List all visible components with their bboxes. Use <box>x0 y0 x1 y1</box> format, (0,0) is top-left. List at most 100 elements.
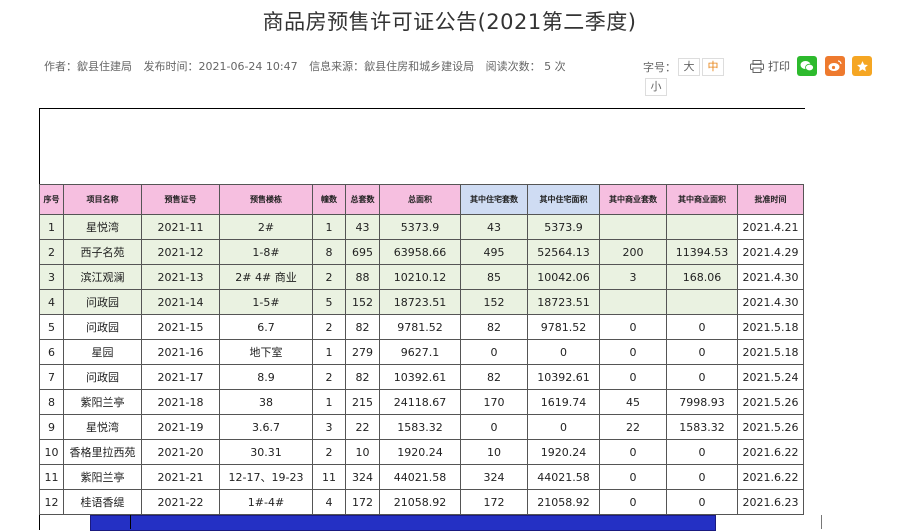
cell-index: 11 <box>39 464 64 490</box>
cell-building-count: 11 <box>312 464 346 490</box>
table-footer-divider <box>130 515 131 529</box>
cell-residential-units: 0 <box>460 339 528 365</box>
cell-total-units: 215 <box>345 389 380 415</box>
cell-building-count: 2 <box>312 439 346 465</box>
table-row: 9 星悦湾 2021-19 3.6.7 3 22 1583.32 0 0 22 1583.32 202… <box>39 414 804 440</box>
cell-building-count: 2 <box>312 314 346 340</box>
star-icon <box>856 60 868 71</box>
col-header-building: 预售楼栋 <box>219 184 313 215</box>
cell-residential-area: 18723.51 <box>527 289 600 315</box>
cell-approval-date: 2021.4.21 <box>737 214 804 240</box>
cell-total-units: 82 <box>345 364 380 390</box>
cell-total-units: 82 <box>345 314 380 340</box>
publish-time: 发布时间：2021-06-24 10:47 <box>143 60 298 73</box>
cell-building: 1#-4# <box>219 489 313 515</box>
table-row: 8 紫阳兰亭 2021-18 38 1 215 24118.67 170 1619.74 45 79… <box>39 389 804 415</box>
table-row: 5 问政园 2021-15 6.7 2 82 9781.52 82 9781.52 0 0 2021.… <box>39 314 804 340</box>
col-header-building-count: 幢数 <box>312 184 346 215</box>
font-medium-button[interactable]: 中 <box>702 58 724 76</box>
cell-permit-no: 2021-11 <box>141 214 220 240</box>
cell-commercial-units: 3 <box>599 264 667 290</box>
article-meta: 作者：歙县住建局 发布时间：2021-06-24 10:47 信息来源：歙县住房… <box>44 58 574 74</box>
cell-project-name: 紫阳兰亭 <box>63 389 142 415</box>
cell-building: 38 <box>219 389 313 415</box>
cell-permit-no: 2021-17 <box>141 364 220 390</box>
print-label: 打印 <box>768 60 790 73</box>
table-header-row: 序号 项目名称 预售证号 预售楼栋 幢数 总套数 总面积 其中住宅套数 其中住宅… <box>39 184 804 215</box>
cell-residential-area: 10042.06 <box>527 264 600 290</box>
page-title: 商品房预售许可证公告(2021第二季度) <box>262 10 637 34</box>
cell-project-name: 桂语香缇 <box>63 489 142 515</box>
cell-total-area: 1920.24 <box>379 439 461 465</box>
cell-commercial-area: 0 <box>666 464 738 490</box>
cell-building-count: 1 <box>312 214 346 240</box>
cell-total-units: 279 <box>345 339 380 365</box>
cell-total-units: 324 <box>345 464 380 490</box>
cell-residential-units: 172 <box>460 489 528 515</box>
cell-project-name: 西子名苑 <box>63 239 142 265</box>
cell-building-count: 3 <box>312 414 346 440</box>
cell-residential-units: 495 <box>460 239 528 265</box>
wechat-share-button[interactable] <box>797 56 817 76</box>
col-header-project: 项目名称 <box>63 184 142 215</box>
cell-building: 6.7 <box>219 314 313 340</box>
print-button[interactable]: 打印 <box>750 58 790 74</box>
cell-commercial-area: 0 <box>666 314 738 340</box>
cell-building: 30.31 <box>219 439 313 465</box>
cell-building-count: 1 <box>312 339 346 365</box>
cell-project-name: 香格里拉西苑 <box>63 439 142 465</box>
cell-total-area: 18723.51 <box>379 289 461 315</box>
weibo-icon <box>828 60 842 71</box>
cell-commercial-area: 11394.53 <box>666 239 738 265</box>
cell-building: 1-8# <box>219 239 313 265</box>
cell-index: 10 <box>39 439 64 465</box>
weibo-share-button[interactable] <box>825 56 845 76</box>
cell-building: 地下室 <box>219 339 313 365</box>
cell-commercial-units: 0 <box>599 364 667 390</box>
font-large-button[interactable]: 大 <box>678 58 700 76</box>
cell-index: 6 <box>39 339 64 365</box>
cell-total-units: 22 <box>345 414 380 440</box>
favorite-button[interactable] <box>852 56 872 76</box>
cell-permit-no: 2021-22 <box>141 489 220 515</box>
table-row: 4 问政园 2021-14 1-5# 5 152 18723.51 152 18723.51 20… <box>39 289 804 315</box>
cell-total-units: 695 <box>345 239 380 265</box>
cell-approval-date: 2021.5.26 <box>737 414 804 440</box>
cell-residential-units: 43 <box>460 214 528 240</box>
table-row: 1 星悦湾 2021-11 2# 1 43 5373.9 43 5373.9 2021.4.21 <box>39 214 804 240</box>
cell-residential-units: 10 <box>460 439 528 465</box>
cell-residential-units: 0 <box>460 414 528 440</box>
cell-permit-no: 2021-16 <box>141 339 220 365</box>
cell-index: 1 <box>39 214 64 240</box>
cell-project-name: 星园 <box>63 339 142 365</box>
cell-residential-area: 10392.61 <box>527 364 600 390</box>
cell-commercial-units: 0 <box>599 339 667 365</box>
cell-commercial-units: 0 <box>599 489 667 515</box>
cell-building: 2# <box>219 214 313 240</box>
col-header-total-area: 总面积 <box>379 184 461 215</box>
col-header-index: 序号 <box>39 184 64 215</box>
cell-project-name: 滨江观澜 <box>63 264 142 290</box>
cell-permit-no: 2021-18 <box>141 389 220 415</box>
cell-index: 7 <box>39 364 64 390</box>
info-source: 信息来源：歙县住房和城乡建设局 <box>309 60 475 73</box>
cell-index: 2 <box>39 239 64 265</box>
cell-project-name: 紫阳兰亭 <box>63 464 142 490</box>
table-row: 11 紫阳兰亭 2021-21 12-17、19-23 11 324 44021.58 324… <box>39 464 804 490</box>
cell-approval-date: 2021.6.23 <box>737 489 804 515</box>
font-small-button[interactable]: 小 <box>645 78 667 96</box>
cell-building-count: 2 <box>312 264 346 290</box>
cell-commercial-area <box>666 214 738 240</box>
cell-approval-date: 2021.5.18 <box>737 339 804 365</box>
cell-residential-units: 152 <box>460 289 528 315</box>
cell-commercial-area <box>666 289 738 315</box>
wechat-icon <box>800 61 814 72</box>
cell-approval-date: 2021.4.30 <box>737 264 804 290</box>
table-row: 10 香格里拉西苑 2021-20 30.31 2 10 1920.24 10 1920.24 0… <box>39 439 804 465</box>
cell-building: 3.6.7 <box>219 414 313 440</box>
cell-total-area: 63958.66 <box>379 239 461 265</box>
cell-commercial-area: 1583.32 <box>666 414 738 440</box>
printer-icon <box>750 59 764 73</box>
cell-building: 12-17、19-23 <box>219 464 313 490</box>
cell-approval-date: 2021.4.30 <box>737 289 804 315</box>
